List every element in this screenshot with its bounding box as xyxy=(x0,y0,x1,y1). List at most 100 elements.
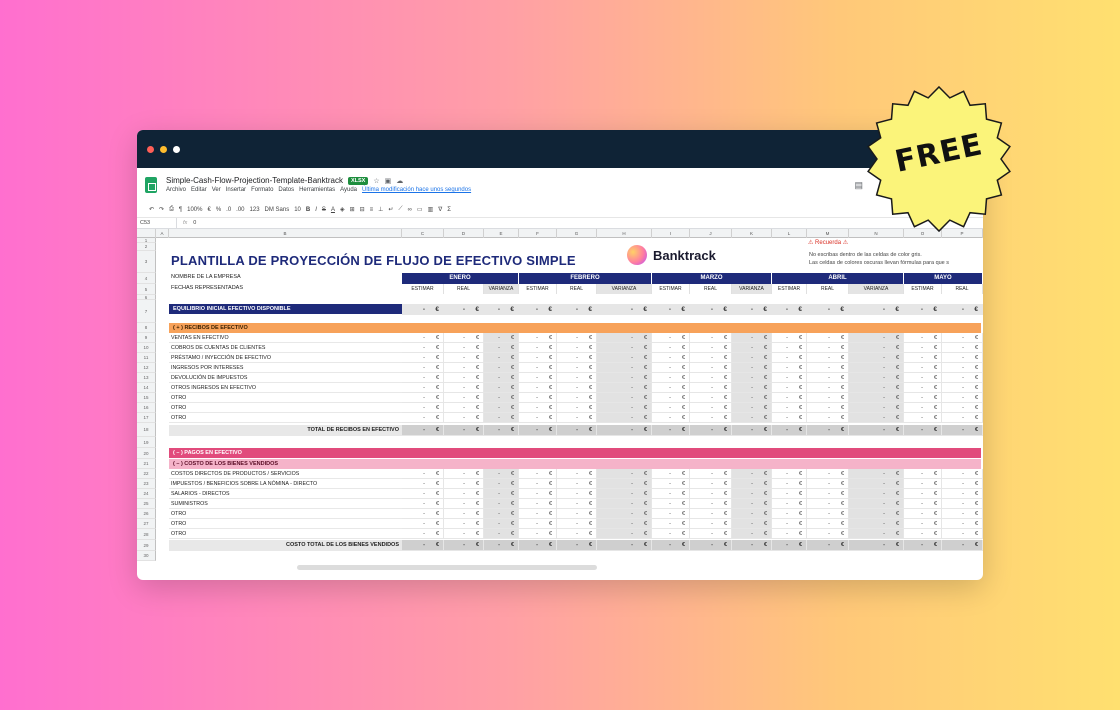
row-header-15[interactable]: 15 xyxy=(137,393,156,403)
receipt-cell[interactable]: - € xyxy=(444,373,484,383)
cogs-cell[interactable]: - € xyxy=(402,469,444,479)
receipt-cell[interactable]: - € xyxy=(597,403,652,413)
cogs-cell[interactable]: - € xyxy=(484,479,519,489)
cogs-cell[interactable]: - € xyxy=(484,529,519,539)
cogs-cell[interactable]: - € xyxy=(772,469,807,479)
receipt-cell[interactable]: - € xyxy=(557,373,597,383)
subheader-real[interactable]: REAL xyxy=(444,284,484,294)
receipt-cell[interactable]: - € xyxy=(557,413,597,423)
cogs-cell[interactable]: - € xyxy=(772,509,807,519)
month-header-abril[interactable]: ABRIL xyxy=(772,273,903,284)
cogs-cell[interactable]: - € xyxy=(652,509,690,519)
column-header-l[interactable]: L xyxy=(772,229,807,238)
more-formats-button[interactable]: 123 xyxy=(250,207,260,213)
total-receipts-cell[interactable]: - € xyxy=(652,425,690,436)
opening-balance-cell[interactable]: - € xyxy=(484,304,519,315)
opening-balance-cell[interactable]: - € xyxy=(942,304,983,315)
receipt-cell[interactable]: - € xyxy=(519,373,557,383)
receipt-cell[interactable]: - € xyxy=(557,333,597,343)
receipt-cell[interactable]: - € xyxy=(484,403,519,413)
receipt-cell[interactable]: - € xyxy=(849,373,904,383)
comment-icon[interactable]: ▭ xyxy=(417,206,423,213)
receipt-cell[interactable]: - € xyxy=(444,383,484,393)
total-cogs-cell[interactable]: - € xyxy=(732,540,772,551)
link-icon[interactable]: ∞ xyxy=(408,207,412,213)
cogs-cell[interactable]: - € xyxy=(942,529,983,539)
column-header-m[interactable]: M xyxy=(807,229,849,238)
functions-icon[interactable]: Σ xyxy=(447,207,451,213)
receipt-cell[interactable]: - € xyxy=(904,383,942,393)
receipt-cell[interactable]: - € xyxy=(849,363,904,373)
receipt-cell[interactable]: - € xyxy=(402,333,444,343)
sheets-logo-icon[interactable] xyxy=(145,177,157,193)
menu-ayuda[interactable]: Ayuda xyxy=(340,187,357,193)
total-cogs-cell[interactable]: - € xyxy=(942,540,983,551)
receipt-cell[interactable]: - € xyxy=(444,343,484,353)
opening-balance-cell[interactable]: - € xyxy=(444,304,484,315)
receipt-cell[interactable]: - € xyxy=(904,353,942,363)
receipt-cell[interactable]: - € xyxy=(849,403,904,413)
total-cogs-cell[interactable]: - € xyxy=(772,540,807,551)
total-receipts-cell[interactable]: - € xyxy=(519,425,557,436)
bold-button[interactable]: B xyxy=(306,207,310,213)
cogs-cell[interactable]: - € xyxy=(942,479,983,489)
receipt-cell[interactable]: - € xyxy=(597,353,652,363)
font-select[interactable]: DM Sans xyxy=(265,207,290,213)
cogs-cell[interactable]: - € xyxy=(557,479,597,489)
receipt-cell[interactable]: - € xyxy=(519,393,557,403)
total-receipts-cell[interactable]: - € xyxy=(772,425,807,436)
row-header-21[interactable]: 21 xyxy=(137,459,156,469)
document-title[interactable]: Simple-Cash-Flow-Projection-Template-Ban… xyxy=(166,176,343,185)
column-header-d[interactable]: D xyxy=(444,229,484,238)
receipt-cell[interactable]: - € xyxy=(942,373,983,383)
cogs-cell[interactable]: - € xyxy=(484,469,519,479)
cogs-cell[interactable]: - € xyxy=(807,499,849,509)
receipt-cell[interactable]: - € xyxy=(807,343,849,353)
cogs-cell[interactable]: - € xyxy=(732,509,772,519)
star-icon[interactable]: ☆ xyxy=(373,177,379,185)
receipt-cell[interactable]: - € xyxy=(519,343,557,353)
company-name-label[interactable]: NOMBRE DE LA EMPRESA xyxy=(171,274,241,280)
cogs-cell[interactable]: - € xyxy=(597,489,652,499)
receipt-cell[interactable]: - € xyxy=(772,333,807,343)
receipt-cell[interactable]: - € xyxy=(597,333,652,343)
font-size-select[interactable]: 10 xyxy=(294,207,301,213)
cogs-cell[interactable]: - € xyxy=(732,479,772,489)
redo-icon[interactable]: ↷ xyxy=(159,206,164,213)
cogs-cell[interactable]: - € xyxy=(942,489,983,499)
receipt-cell[interactable]: - € xyxy=(732,363,772,373)
receipt-cell[interactable]: - € xyxy=(690,373,732,383)
borders-icon[interactable]: ⊞ xyxy=(350,206,355,213)
receipt-cell[interactable]: - € xyxy=(772,373,807,383)
receipt-cell[interactable]: - € xyxy=(732,383,772,393)
cogs-cell[interactable]: - € xyxy=(807,489,849,499)
cogs-cell[interactable]: - € xyxy=(557,509,597,519)
receipt-cell[interactable]: - € xyxy=(652,403,690,413)
receipt-cell[interactable]: - € xyxy=(597,393,652,403)
cogs-label[interactable]: COSTOS DIRECTOS DE PRODUCTOS / SERVICIOS xyxy=(171,469,299,479)
cogs-label[interactable]: OTRO xyxy=(171,519,186,529)
receipt-cell[interactable]: - € xyxy=(444,413,484,423)
receipt-cell[interactable]: - € xyxy=(557,403,597,413)
cogs-cell[interactable]: - € xyxy=(402,509,444,519)
opening-balance-cell[interactable]: - € xyxy=(849,304,904,315)
cogs-cell[interactable]: - € xyxy=(849,519,904,529)
total-receipts-cell[interactable]: - € xyxy=(597,425,652,436)
sheet-title[interactable]: PLANTILLA DE PROYECCIÓN DE FLUJO DE EFEC… xyxy=(171,253,576,268)
receipt-cell[interactable]: - € xyxy=(652,413,690,423)
receipt-cell[interactable]: - € xyxy=(484,353,519,363)
month-header-enero[interactable]: ENERO xyxy=(402,273,518,284)
receipt-cell[interactable]: - € xyxy=(557,383,597,393)
receipt-cell[interactable]: - € xyxy=(557,393,597,403)
subheader-estimar[interactable]: ESTIMAR xyxy=(519,284,557,294)
receipt-cell[interactable]: - € xyxy=(904,393,942,403)
menu-herramientas[interactable]: Herramientas xyxy=(299,187,335,193)
receipt-cell[interactable]: - € xyxy=(597,413,652,423)
receipt-cell[interactable]: - € xyxy=(597,383,652,393)
row-header-13[interactable]: 13 xyxy=(137,373,156,383)
cogs-cell[interactable]: - € xyxy=(444,509,484,519)
receipt-cell[interactable]: - € xyxy=(690,363,732,373)
row-header-29[interactable]: 29 xyxy=(137,540,156,551)
print-icon[interactable]: ⎙ xyxy=(169,206,174,213)
row-header-3[interactable]: 3 xyxy=(137,251,156,273)
